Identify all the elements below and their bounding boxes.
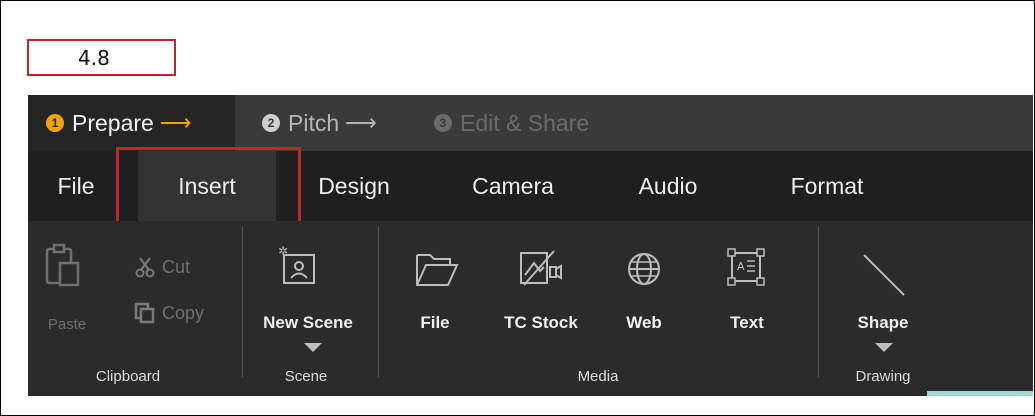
step-label: Edit & Share [460, 109, 590, 136]
workflow-steps-bar: 1 Prepare ⟶ 2 Pitch ⟶ 3 Edit & Share [28, 95, 1033, 151]
menu-format[interactable]: Format [763, 151, 891, 221]
line-shape-icon [863, 254, 905, 296]
copy-button[interactable]: Copy [134, 302, 204, 324]
step-number-badge: 2 [262, 114, 280, 132]
step-label: Prepare [72, 109, 154, 136]
paste-icon [45, 243, 80, 287]
accent-strip [927, 391, 1033, 396]
group-label-scene: Scene [284, 368, 328, 385]
scissors-icon [135, 257, 155, 278]
web-button[interactable]: Web [618, 313, 670, 333]
chevron-down-icon[interactable] [875, 343, 893, 352]
group-label-media: Media [577, 368, 619, 385]
new-scene-icon: ✲ [278, 245, 315, 284]
copy-icon [134, 302, 155, 324]
arrow-right-icon: ⟶ [345, 110, 377, 135]
step-tab-prepare[interactable]: 1 Prepare ⟶ [28, 95, 235, 151]
globe-icon [628, 253, 660, 285]
tc-stock-icon [520, 250, 562, 286]
step-number-callout: 4.8 [27, 39, 176, 76]
shape-button[interactable]: Shape [843, 313, 923, 333]
step-tab-pitch[interactable]: 2 Pitch ⟶ [262, 95, 377, 151]
paste-button[interactable]: Paste [45, 316, 89, 333]
new-scene-button[interactable]: New Scene [253, 313, 363, 333]
ribbon-divider [242, 227, 243, 377]
step-label: Pitch [288, 109, 340, 136]
ribbon-divider [378, 227, 379, 377]
insert-file-button[interactable]: File [410, 313, 460, 333]
chevron-down-icon[interactable] [304, 343, 322, 352]
app-window: 1 Prepare ⟶ 2 Pitch ⟶ 3 Edit & Share Fil… [28, 95, 1033, 396]
arrow-right-icon: ⟶ [159, 110, 192, 135]
insert-highlight-callout [116, 147, 301, 225]
cut-label: Cut [162, 256, 191, 277]
folder-icon [416, 254, 459, 286]
svg-text:✲: ✲ [278, 245, 288, 258]
text-button[interactable]: Text [720, 313, 774, 333]
menu-file[interactable]: File [46, 151, 106, 221]
text-box-icon: A [727, 248, 765, 286]
ribbon-divider [818, 227, 819, 377]
step-tab-edit-share[interactable]: 3 Edit & Share [434, 95, 589, 151]
step-number: 4.8 [78, 45, 110, 70]
tc-stock-button[interactable]: TC Stock [496, 313, 586, 333]
menu-camera[interactable]: Camera [448, 151, 578, 221]
menu-design[interactable]: Design [300, 151, 408, 221]
group-label-clipboard: Clipboard [95, 368, 161, 385]
svg-text:A: A [737, 260, 745, 273]
menu-audio[interactable]: Audio [618, 151, 718, 221]
step-number-badge: 1 [46, 114, 64, 132]
cut-button[interactable]: Cut [134, 256, 190, 278]
step-number-badge: 3 [434, 114, 452, 132]
copy-label: Copy [162, 302, 205, 323]
ribbon-insert: Paste Cut Copy Clipboard ✲ New Scene Sce… [28, 221, 1033, 396]
group-label-drawing: Drawing [855, 368, 911, 385]
